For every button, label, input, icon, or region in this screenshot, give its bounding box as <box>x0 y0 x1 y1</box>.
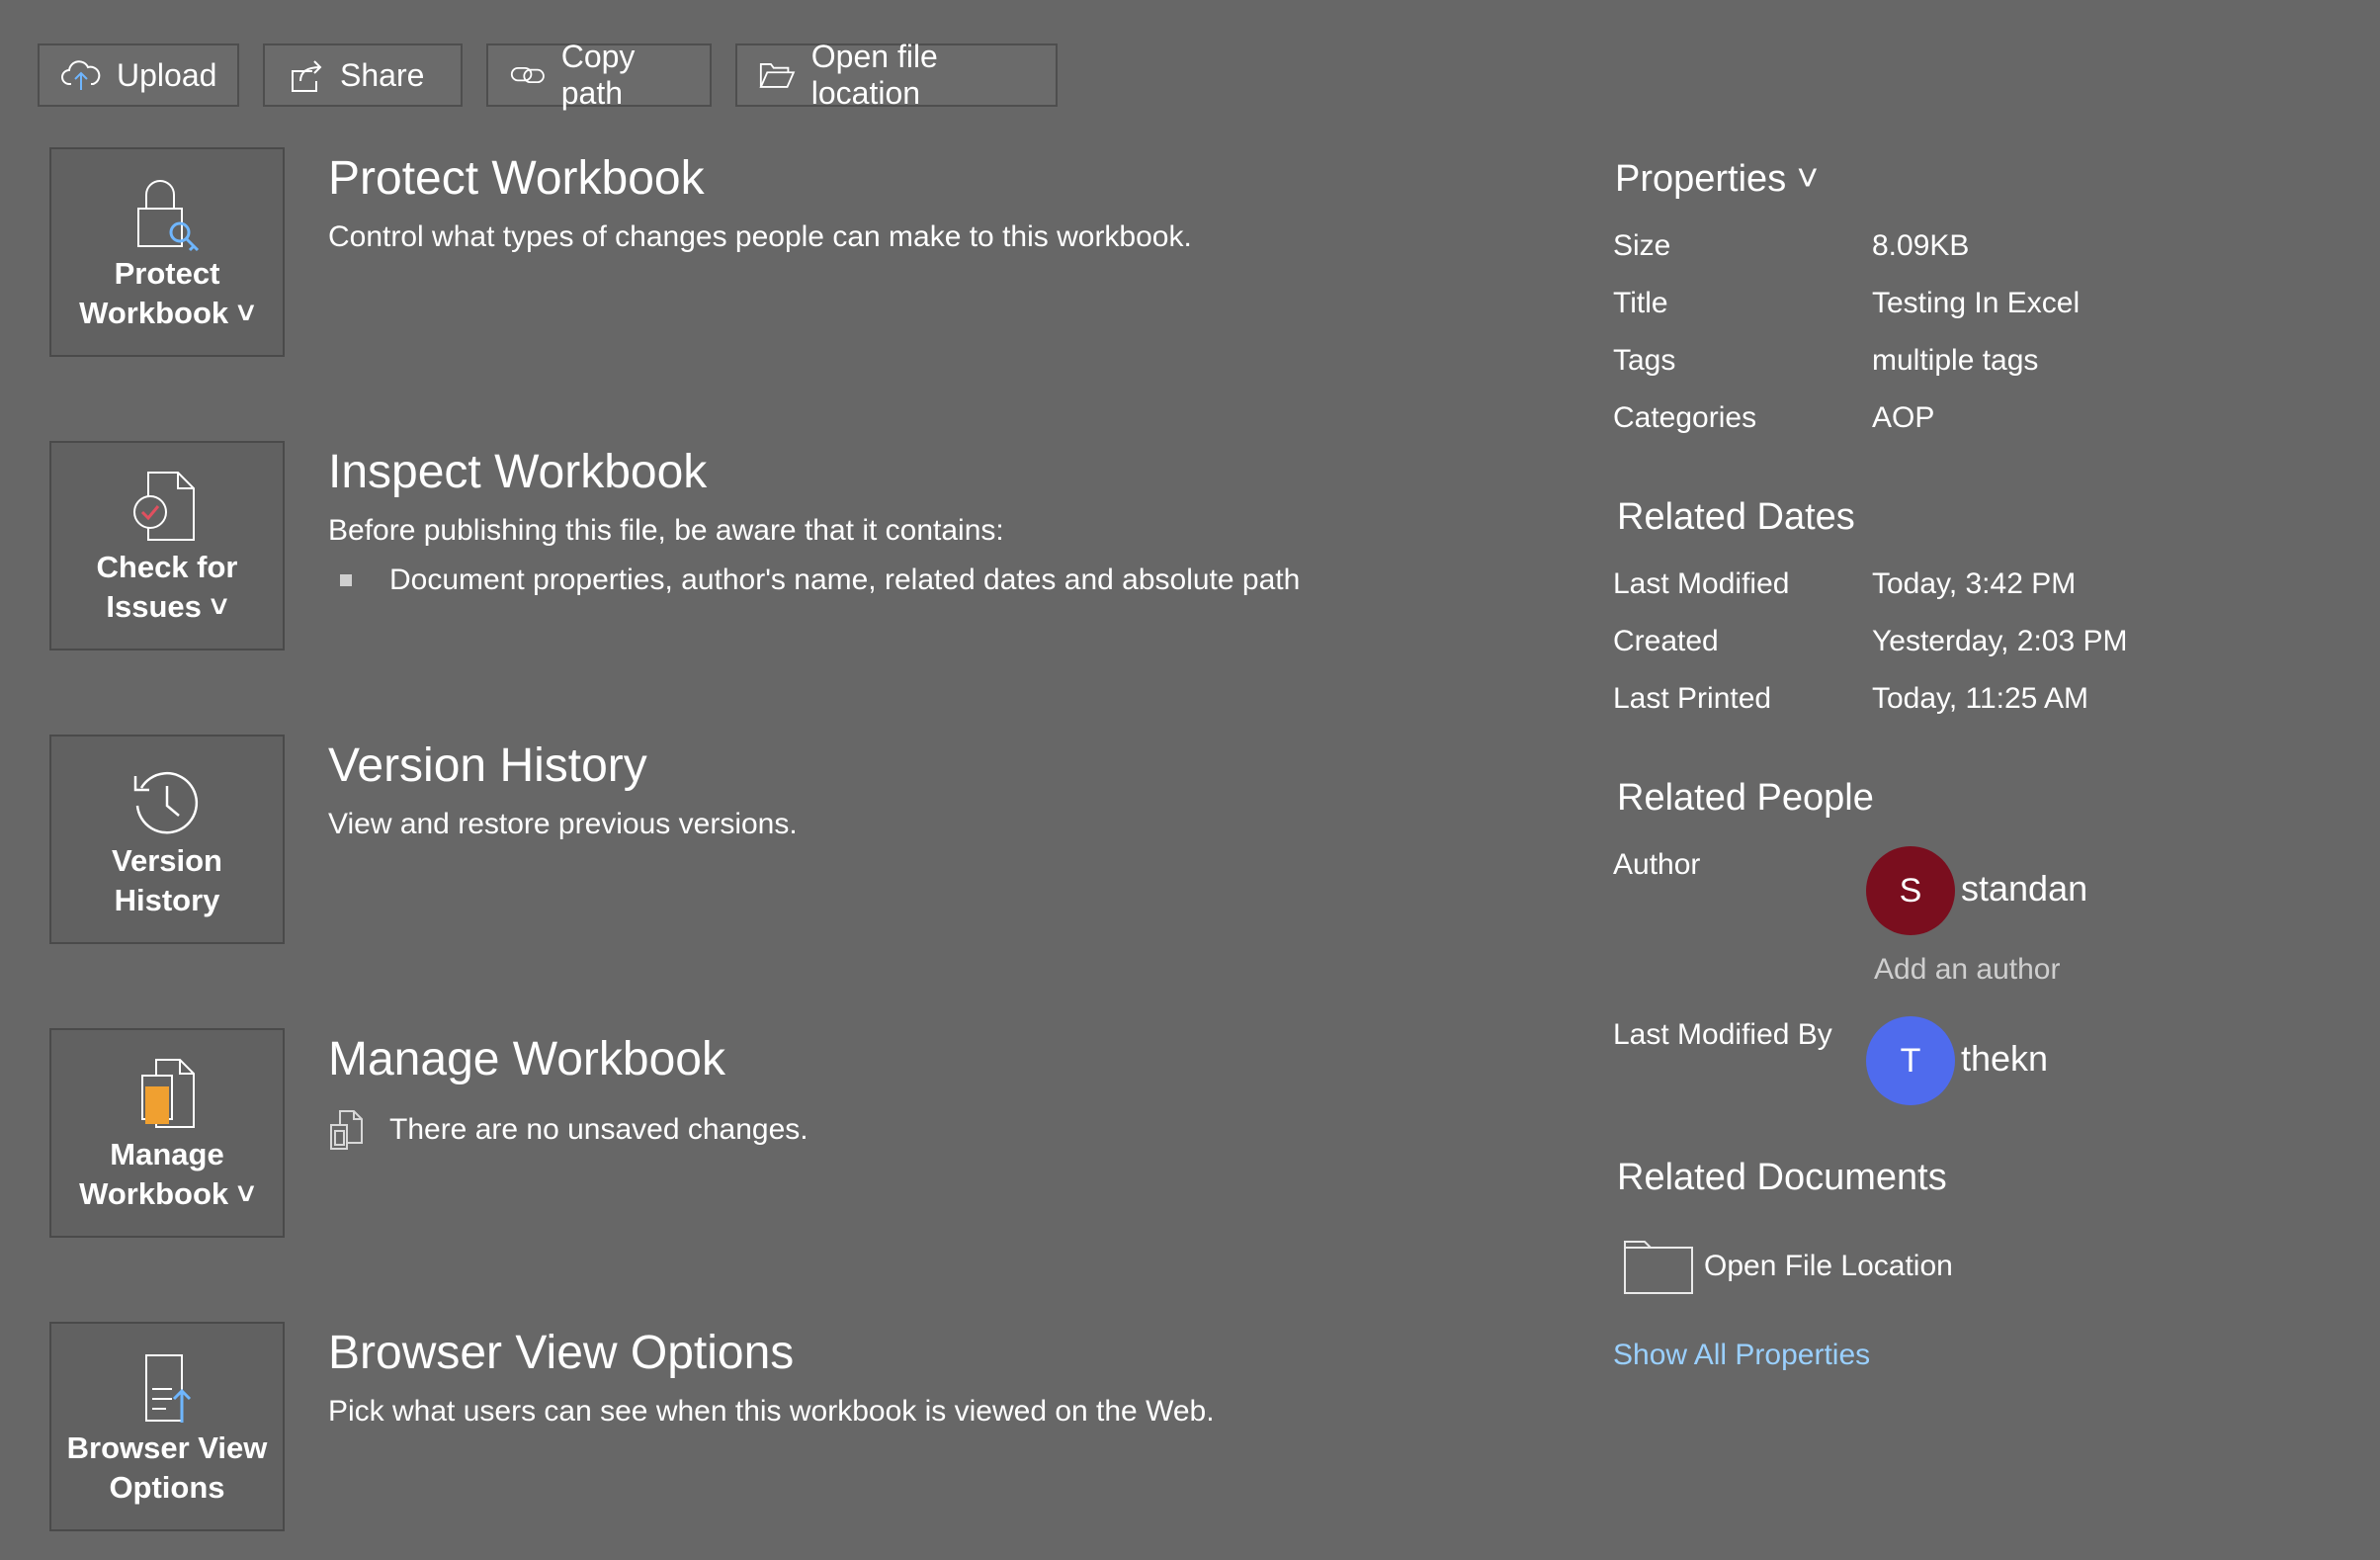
date-value: Today, 3:42 PM <box>1872 567 2077 600</box>
browser-tile-line1: Browser View <box>66 1430 268 1465</box>
property-key: Title <box>1613 287 1668 319</box>
property-value[interactable]: 8.09KB <box>1872 229 1969 263</box>
check-for-issues-button[interactable]: Check for Issues ˅ <box>49 441 285 650</box>
folder-icon <box>1624 1241 1693 1294</box>
date-value: Today, 11:25 AM <box>1872 682 2089 715</box>
check-tile-line1: Check for <box>96 550 238 584</box>
last-modified-by-label: Last Modified By <box>1613 1018 1832 1051</box>
browser-view-desc: Pick what users can see when this workbo… <box>328 1395 1215 1428</box>
manage-workbook-title: Manage Workbook <box>328 1033 725 1085</box>
version-history-desc: View and restore previous versions. <box>328 808 798 840</box>
protect-workbook-title: Protect Workbook <box>328 152 705 205</box>
upload-label: Upload <box>117 56 217 93</box>
related-dates-heading: Related Dates <box>1617 496 1855 538</box>
unsaved-changes-note: There are no unsaved changes. <box>328 1109 808 1151</box>
show-all-properties-link[interactable]: Show All Properties <box>1613 1339 1870 1372</box>
related-documents-heading: Related Documents <box>1617 1157 1947 1198</box>
modifier-initial: T <box>1900 1041 1921 1080</box>
browser-view-options-button[interactable]: Browser View Options <box>49 1322 285 1531</box>
upload-button[interactable]: Upload <box>38 43 239 107</box>
date-key: Created <box>1613 625 1719 657</box>
protect-workbook-button[interactable]: Protect Workbook ˅ <box>49 147 285 357</box>
property-value[interactable]: Testing In Excel <box>1872 287 2080 320</box>
check-tile-line2: Issues ˅ <box>106 589 228 624</box>
manage-workbook-desc: There are no unsaved changes. <box>389 1113 808 1146</box>
protect-workbook-desc: Control what types of changes people can… <box>328 220 1192 253</box>
author-label: Author <box>1613 848 1701 881</box>
browser-view-title: Browser View Options <box>328 1327 795 1379</box>
version-history-section: Version History Version History View and… <box>49 735 1532 946</box>
bullet-icon <box>340 574 352 586</box>
author-initial: S <box>1899 871 1922 910</box>
inspect-bullet-text: Document properties, author's name, rela… <box>389 563 1301 596</box>
inspect-workbook-desc: Before publishing this file, be aware th… <box>328 514 1004 547</box>
share-button[interactable]: Share <box>263 43 463 107</box>
inspect-document-icon <box>133 472 195 541</box>
browser-tile-line2: Options <box>109 1470 225 1505</box>
property-key: Categories <box>1613 401 1757 434</box>
history-icon <box>133 771 199 834</box>
manage-workbook-icon <box>141 1059 195 1128</box>
date-key: Last Printed <box>1613 682 1772 715</box>
property-value[interactable]: multiple tags <box>1872 344 2038 378</box>
share-label: Share <box>340 56 425 93</box>
property-value[interactable]: AOP <box>1872 401 1934 435</box>
manage-tile-line1: Manage <box>110 1137 224 1171</box>
browser-view-section: Browser View Options Browser View Option… <box>49 1322 1532 1533</box>
lock-icon <box>137 180 200 252</box>
properties-dropdown[interactable]: Properties ˅ <box>1615 158 1819 201</box>
copy-path-label: Copy path <box>560 39 636 111</box>
share-icon <box>292 60 322 92</box>
date-key: Last Modified <box>1613 567 1790 600</box>
version-tile-line2: History <box>114 883 220 917</box>
folder-open-icon <box>759 63 796 88</box>
documents-icon <box>330 1110 363 1150</box>
author-name[interactable]: standan <box>1961 868 2087 910</box>
toolbar: Upload Share Copy path Open file locatio… <box>38 39 1058 111</box>
link-icon <box>510 66 545 84</box>
avatar[interactable]: T <box>1866 1016 1955 1105</box>
avatar[interactable]: S <box>1866 846 1955 935</box>
protect-tile-line1: Protect <box>114 256 220 291</box>
open-file-location-button[interactable]: Open file location <box>735 39 1058 111</box>
related-people-heading: Related People <box>1617 777 1874 819</box>
protect-workbook-section: Protect Workbook ˅ Protect Workbook Cont… <box>49 147 1532 359</box>
version-tile-line1: Version <box>112 843 222 878</box>
modifier-name[interactable]: thekn <box>1961 1038 2048 1080</box>
version-history-button[interactable]: Version History <box>49 735 285 944</box>
copy-path-button[interactable]: Copy path <box>486 39 712 111</box>
property-key: Tags <box>1613 344 1676 377</box>
open-file-location-label: Open file location <box>810 39 938 111</box>
browser-view-icon <box>145 1354 192 1423</box>
manage-workbook-button[interactable]: Manage Workbook ˅ <box>49 1028 285 1238</box>
add-author-field[interactable]: Add an author <box>1874 953 2060 987</box>
property-key: Size <box>1613 229 1671 262</box>
date-value: Yesterday, 2:03 PM <box>1872 625 2128 657</box>
version-history-title: Version History <box>328 739 647 792</box>
inspect-workbook-title: Inspect Workbook <box>328 446 708 498</box>
protect-tile-line2: Workbook ˅ <box>79 296 255 330</box>
open-file-location-link[interactable]: Open File Location <box>1623 1238 2216 1295</box>
cloud-upload-icon <box>61 60 101 90</box>
inspect-bullet-item: Document properties, author's name, rela… <box>340 563 1300 597</box>
manage-workbook-section: Manage Workbook ˅ Manage Workbook There … <box>49 1028 1532 1240</box>
inspect-workbook-section: Check for Issues ˅ Inspect Workbook Befo… <box>49 441 1532 652</box>
open-file-location-label: Open File Location <box>1704 1250 1953 1282</box>
manage-tile-line2: Workbook ˅ <box>79 1176 255 1211</box>
